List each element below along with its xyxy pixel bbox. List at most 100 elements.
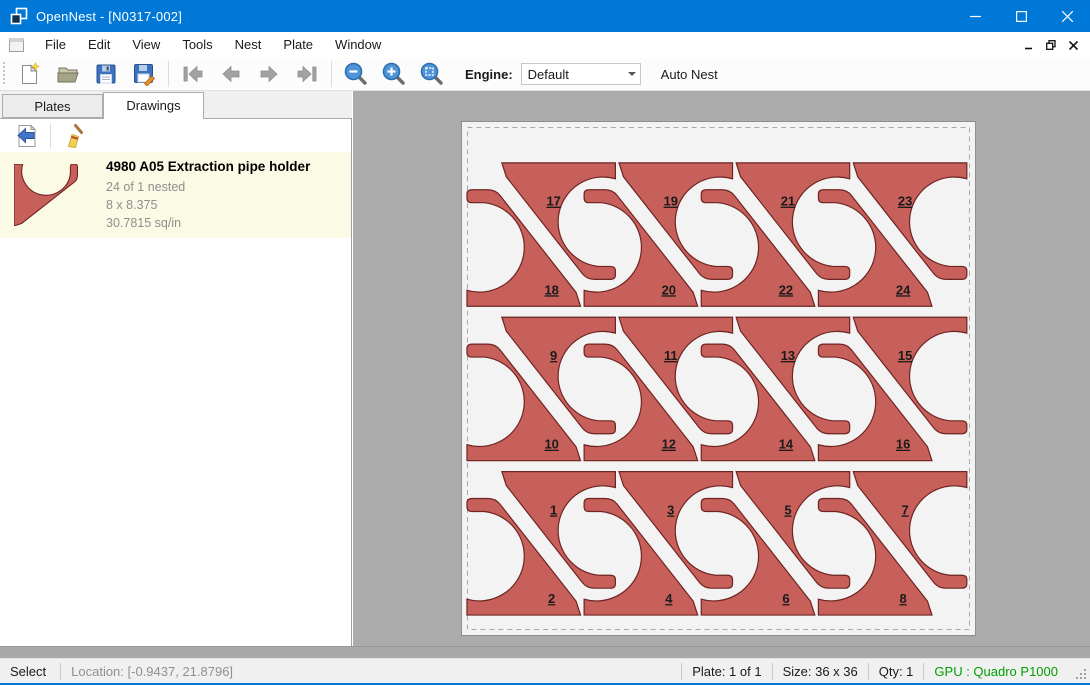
minimize-icon — [970, 11, 981, 22]
part-thumbnail — [14, 164, 78, 226]
nest-part-label: 15 — [898, 348, 912, 363]
engine-value: Default — [522, 67, 624, 82]
nest-part-label: 19 — [664, 194, 678, 209]
mdi-close-button[interactable] — [1062, 35, 1084, 55]
close-icon — [1062, 11, 1073, 22]
menubar: FileEditViewToolsNestPlateWindow — [0, 32, 1090, 58]
nest-part-label: 5 — [784, 502, 791, 517]
tab-drawings[interactable]: Drawings — [103, 92, 204, 119]
maximize-button[interactable] — [998, 0, 1044, 32]
save-as-icon — [132, 62, 156, 86]
drawing-list-item[interactable]: 4980 A05 Extraction pipe holder 24 of 1 … — [0, 152, 351, 238]
main-toolbar: Engine: Default Auto Nest — [0, 58, 1090, 91]
maximize-icon — [1016, 11, 1027, 22]
nest-part-label: 4 — [665, 591, 673, 606]
window-title: OpenNest - [N0317-002] — [36, 9, 182, 24]
status-mode: Select — [0, 664, 60, 679]
nest-part-label: 21 — [781, 194, 795, 209]
mdi-restore-button[interactable] — [1040, 35, 1062, 55]
nest-part-label: 16 — [896, 437, 910, 452]
previous-plate-button[interactable] — [212, 60, 250, 88]
next-plate-button[interactable] — [250, 60, 288, 88]
zoom-fit-icon — [419, 61, 445, 87]
part-thumbnail-shape — [14, 164, 77, 226]
nest-part-label: 22 — [779, 282, 793, 297]
zoom-fit-button[interactable] — [413, 60, 451, 88]
opennest-window: OpenNest - [N0317-002] FileEditViewTools… — [0, 0, 1090, 685]
open-button[interactable] — [49, 60, 87, 88]
new-button[interactable] — [11, 60, 49, 88]
mdi-close-icon — [1069, 41, 1078, 50]
drawing-nested-count: 24 of 1 nested — [106, 178, 310, 196]
app-icon — [10, 7, 28, 25]
mdi-minimize-button[interactable] — [1018, 35, 1040, 55]
nest-part-label: 12 — [662, 437, 676, 452]
clean-broom-icon — [61, 123, 87, 149]
go-next-icon — [257, 62, 281, 86]
nest-part-label: 17 — [546, 194, 560, 209]
new-document-icon — [18, 62, 42, 86]
menu-item-plate[interactable]: Plate — [272, 32, 324, 58]
nest-part-label: 20 — [662, 282, 676, 297]
close-button[interactable] — [1044, 0, 1090, 32]
canvas-lower-strip — [0, 646, 1090, 658]
nest-part-label: 11 — [664, 348, 678, 363]
engine-label: Engine: — [465, 67, 513, 82]
nest-part-label: 8 — [899, 591, 906, 606]
mdi-document-icon[interactable] — [9, 38, 24, 52]
save-button[interactable] — [87, 60, 125, 88]
clean-button[interactable] — [59, 122, 89, 150]
nest-part-label: 1 — [550, 502, 557, 517]
nest-part-label: 9 — [550, 348, 557, 363]
save-icon — [94, 62, 118, 86]
menu-item-tools[interactable]: Tools — [171, 32, 223, 58]
resize-grip[interactable] — [1072, 665, 1088, 681]
mdi-minimize-icon — [1025, 41, 1034, 50]
menu-items: FileEditViewToolsNestPlateWindow — [34, 32, 392, 58]
open-folder-icon — [56, 62, 80, 86]
status-plate: Plate: 1 of 1 — [682, 664, 771, 679]
first-plate-button[interactable] — [174, 60, 212, 88]
chevron-down-icon — [628, 72, 636, 76]
plate[interactable]: 171819202122232491011121314151612345678 — [461, 121, 976, 636]
panel-toolbar-separator — [50, 124, 51, 148]
zoom-out-button[interactable] — [337, 60, 375, 88]
auto-nest-button[interactable]: Auto Nest — [655, 63, 724, 86]
nest-layout: 171819202122232491011121314151612345678 — [462, 122, 975, 635]
nest-part-label: 3 — [667, 502, 674, 517]
tab-plates[interactable]: Plates — [2, 94, 103, 118]
nest-part-label: 2 — [548, 591, 555, 606]
engine-dropdown-button[interactable] — [624, 64, 640, 84]
drawing-dimensions: 8 x 8.375 — [106, 196, 310, 214]
drawings-toolbar — [0, 119, 351, 152]
zoom-in-icon — [381, 61, 407, 87]
toolbar-grip[interactable] — [3, 62, 7, 86]
menu-item-view[interactable]: View — [121, 32, 171, 58]
go-last-icon — [295, 62, 319, 86]
drawing-title: 4980 A05 Extraction pipe holder — [106, 159, 310, 174]
zoom-out-icon — [343, 61, 369, 87]
status-size: Size: 36 x 36 — [773, 664, 868, 679]
toolbar-separator — [331, 61, 332, 87]
engine-select[interactable]: Default — [521, 63, 641, 85]
menu-item-nest[interactable]: Nest — [224, 32, 273, 58]
minimize-button[interactable] — [952, 0, 998, 32]
nest-part-label: 7 — [901, 502, 908, 517]
save-as-button[interactable] — [125, 60, 163, 88]
nest-part-label: 13 — [781, 348, 795, 363]
tabstrip: Plates Drawings — [0, 91, 352, 118]
titlebar: OpenNest - [N0317-002] — [0, 0, 1090, 32]
status-location: Location: [-0.9437, 21.8796] — [61, 664, 243, 679]
nest-canvas[interactable]: 171819202122232491011121314151612345678 — [353, 91, 1090, 646]
menu-item-file[interactable]: File — [34, 32, 77, 58]
import-drawing-button[interactable] — [12, 122, 42, 150]
go-previous-icon — [219, 62, 243, 86]
last-plate-button[interactable] — [288, 60, 326, 88]
toolbar-separator — [168, 61, 169, 87]
nest-part-label: 10 — [544, 437, 558, 452]
menu-item-edit[interactable]: Edit — [77, 32, 121, 58]
drawing-area: 30.7815 sq/in — [106, 214, 310, 232]
zoom-in-button[interactable] — [375, 60, 413, 88]
menu-item-window[interactable]: Window — [324, 32, 392, 58]
status-gpu: GPU : Quadro P1000 — [924, 664, 1068, 679]
